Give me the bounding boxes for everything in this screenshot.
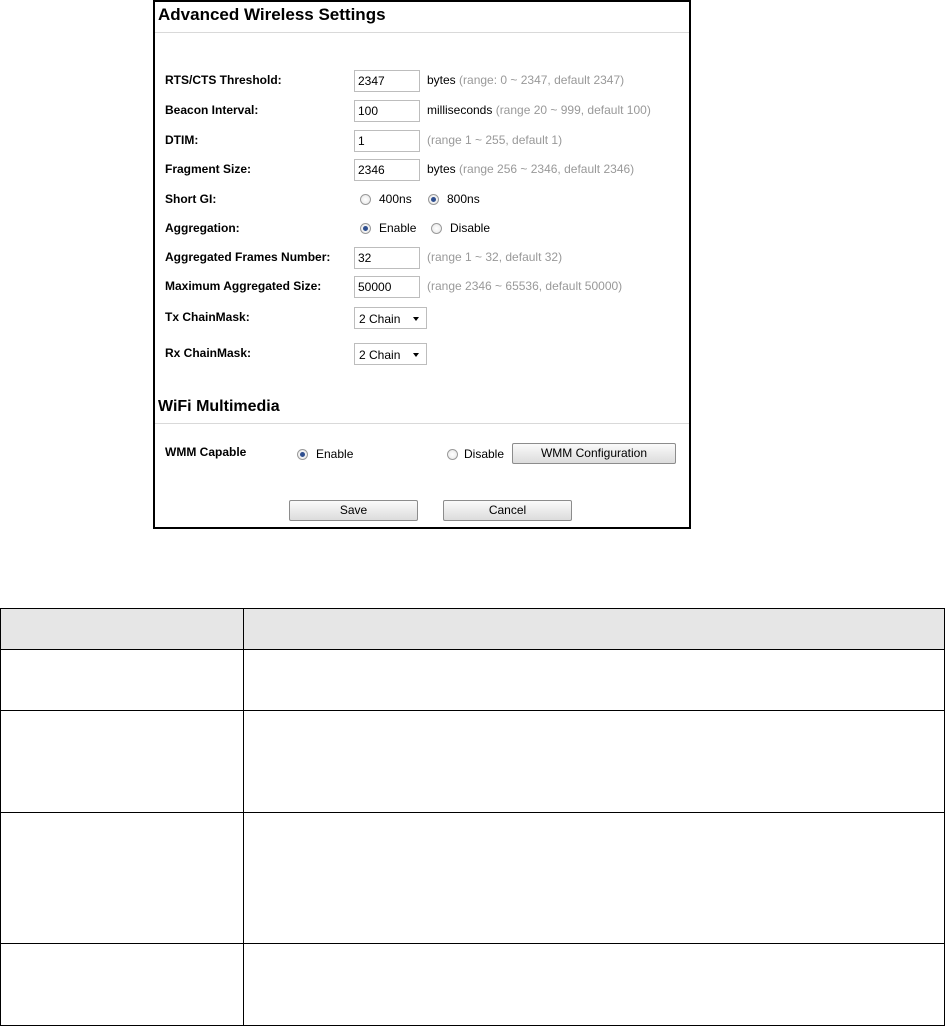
rts-cts-hint: bytes (range: 0 ~ 2347, default 2347) bbox=[427, 73, 624, 87]
table-row bbox=[0, 649, 945, 711]
table-cell bbox=[243, 649, 945, 711]
short-gi-400ns-radio[interactable] bbox=[360, 194, 371, 205]
wmm-divider bbox=[155, 423, 689, 424]
fragment-size-range: (range 256 ~ 2346, default 2346) bbox=[455, 162, 635, 176]
title-divider bbox=[155, 32, 689, 33]
wmm-capable-row: WMM Capable Enable Disable WMM Configura… bbox=[155, 443, 689, 465]
max-aggregated-size-label: Maximum Aggregated Size: bbox=[165, 279, 322, 293]
fragment-size-hint: bytes (range 256 ~ 2346, default 2346) bbox=[427, 162, 634, 176]
dtim-label: DTIM: bbox=[165, 133, 199, 147]
table-cell bbox=[243, 812, 945, 944]
rts-cts-input[interactable] bbox=[354, 70, 420, 92]
cancel-button[interactable]: Cancel bbox=[443, 500, 572, 521]
beacon-interval-range: (range 20 ~ 999, default 100) bbox=[492, 103, 651, 117]
fragment-size-unit: bytes bbox=[427, 162, 456, 176]
tx-chainmask-select[interactable]: 2 Chain bbox=[354, 307, 427, 329]
rts-cts-label: RTS/CTS Threshold: bbox=[165, 73, 282, 87]
max-aggregated-size-input[interactable] bbox=[354, 276, 420, 298]
dtim-input[interactable] bbox=[354, 130, 420, 152]
table-cell bbox=[0, 943, 244, 1026]
aggregated-frames-row: Aggregated Frames Number: (range 1 ~ 32,… bbox=[155, 247, 689, 269]
description-table bbox=[0, 608, 945, 1026]
aggregated-frames-input[interactable] bbox=[354, 247, 420, 269]
table-cell bbox=[0, 710, 244, 813]
wmm-enable-radio[interactable] bbox=[297, 449, 308, 460]
table-cell bbox=[243, 710, 945, 813]
wmm-disable-radio[interactable] bbox=[447, 449, 458, 460]
aggregated-frames-label: Aggregated Frames Number: bbox=[165, 250, 331, 264]
max-aggregated-size-hint: (range 2346 ~ 65536, default 50000) bbox=[427, 279, 623, 293]
aggregation-enable-label: Enable bbox=[379, 221, 417, 235]
table-row bbox=[0, 812, 945, 944]
aggregation-label: Aggregation: bbox=[165, 221, 240, 235]
short-gi-800ns-label: 800ns bbox=[447, 192, 480, 206]
chevron-down-icon bbox=[413, 317, 419, 321]
rts-cts-unit: bytes bbox=[427, 73, 456, 87]
max-aggregated-size-row: Maximum Aggregated Size: (range 2346 ~ 6… bbox=[155, 276, 689, 298]
table-row bbox=[0, 943, 945, 1026]
aggregation-disable-radio[interactable] bbox=[431, 223, 442, 234]
aggregated-frames-hint: (range 1 ~ 32, default 32) bbox=[427, 250, 563, 264]
beacon-interval-unit: milliseconds bbox=[427, 103, 493, 117]
fragment-size-row: Fragment Size: bytes (range 256 ~ 2346, … bbox=[155, 159, 689, 181]
rx-chainmask-label: Rx ChainMask: bbox=[165, 346, 252, 360]
wmm-enable-label: Enable bbox=[316, 447, 354, 461]
table-header-cell bbox=[0, 608, 244, 650]
tx-chainmask-value: 2 Chain bbox=[359, 312, 401, 326]
save-button[interactable]: Save bbox=[289, 500, 418, 521]
fragment-size-input[interactable] bbox=[354, 159, 420, 181]
rts-cts-row: RTS/CTS Threshold: bytes (range: 0 ~ 234… bbox=[155, 70, 689, 92]
aggregation-enable-radio[interactable] bbox=[360, 223, 371, 234]
dtim-row: DTIM: (range 1 ~ 255, default 1) bbox=[155, 130, 689, 152]
aggregation-row: Aggregation: Enable Disable bbox=[155, 218, 689, 240]
advanced-wireless-title: Advanced Wireless Settings bbox=[158, 5, 386, 24]
chevron-down-icon bbox=[413, 353, 419, 357]
table-cell bbox=[0, 649, 244, 711]
beacon-interval-label: Beacon Interval: bbox=[165, 103, 259, 117]
advanced-wireless-panel: Advanced Wireless Settings RTS/CTS Thres… bbox=[153, 0, 691, 529]
rx-chainmask-value: 2 Chain bbox=[359, 348, 401, 362]
page-canvas: Advanced Wireless Settings RTS/CTS Thres… bbox=[0, 0, 946, 1026]
rts-cts-range: (range: 0 ~ 2347, default 2347) bbox=[455, 73, 625, 87]
wmm-disable-label: Disable bbox=[464, 447, 505, 461]
short-gi-800ns-radio[interactable] bbox=[428, 194, 439, 205]
table-header-row bbox=[0, 608, 945, 650]
wmm-configuration-button[interactable]: WMM Configuration bbox=[512, 443, 676, 464]
short-gi-label: Short GI: bbox=[165, 192, 217, 206]
beacon-interval-input[interactable] bbox=[354, 100, 420, 122]
rx-chainmask-select[interactable]: 2 Chain bbox=[354, 343, 427, 365]
table-row bbox=[0, 710, 945, 813]
wmm-capable-label: WMM Capable bbox=[165, 445, 247, 459]
rx-chainmask-row: Rx ChainMask: 2 Chain bbox=[155, 343, 689, 365]
table-cell bbox=[0, 812, 244, 944]
short-gi-row: Short GI: 400ns 800ns bbox=[155, 189, 689, 211]
table-cell bbox=[243, 943, 945, 1026]
beacon-interval-hint: milliseconds (range 20 ~ 999, default 10… bbox=[427, 103, 651, 117]
table-header-cell bbox=[243, 608, 945, 650]
beacon-interval-row: Beacon Interval: milliseconds (range 20 … bbox=[155, 100, 689, 122]
tx-chainmask-label: Tx ChainMask: bbox=[165, 310, 250, 324]
dtim-hint: (range 1 ~ 255, default 1) bbox=[427, 133, 563, 147]
aggregation-disable-label: Disable bbox=[450, 221, 491, 235]
tx-chainmask-row: Tx ChainMask: 2 Chain bbox=[155, 307, 689, 329]
short-gi-400ns-label: 400ns bbox=[379, 192, 412, 206]
fragment-size-label: Fragment Size: bbox=[165, 162, 252, 176]
wifi-multimedia-title: WiFi Multimedia bbox=[158, 398, 280, 415]
